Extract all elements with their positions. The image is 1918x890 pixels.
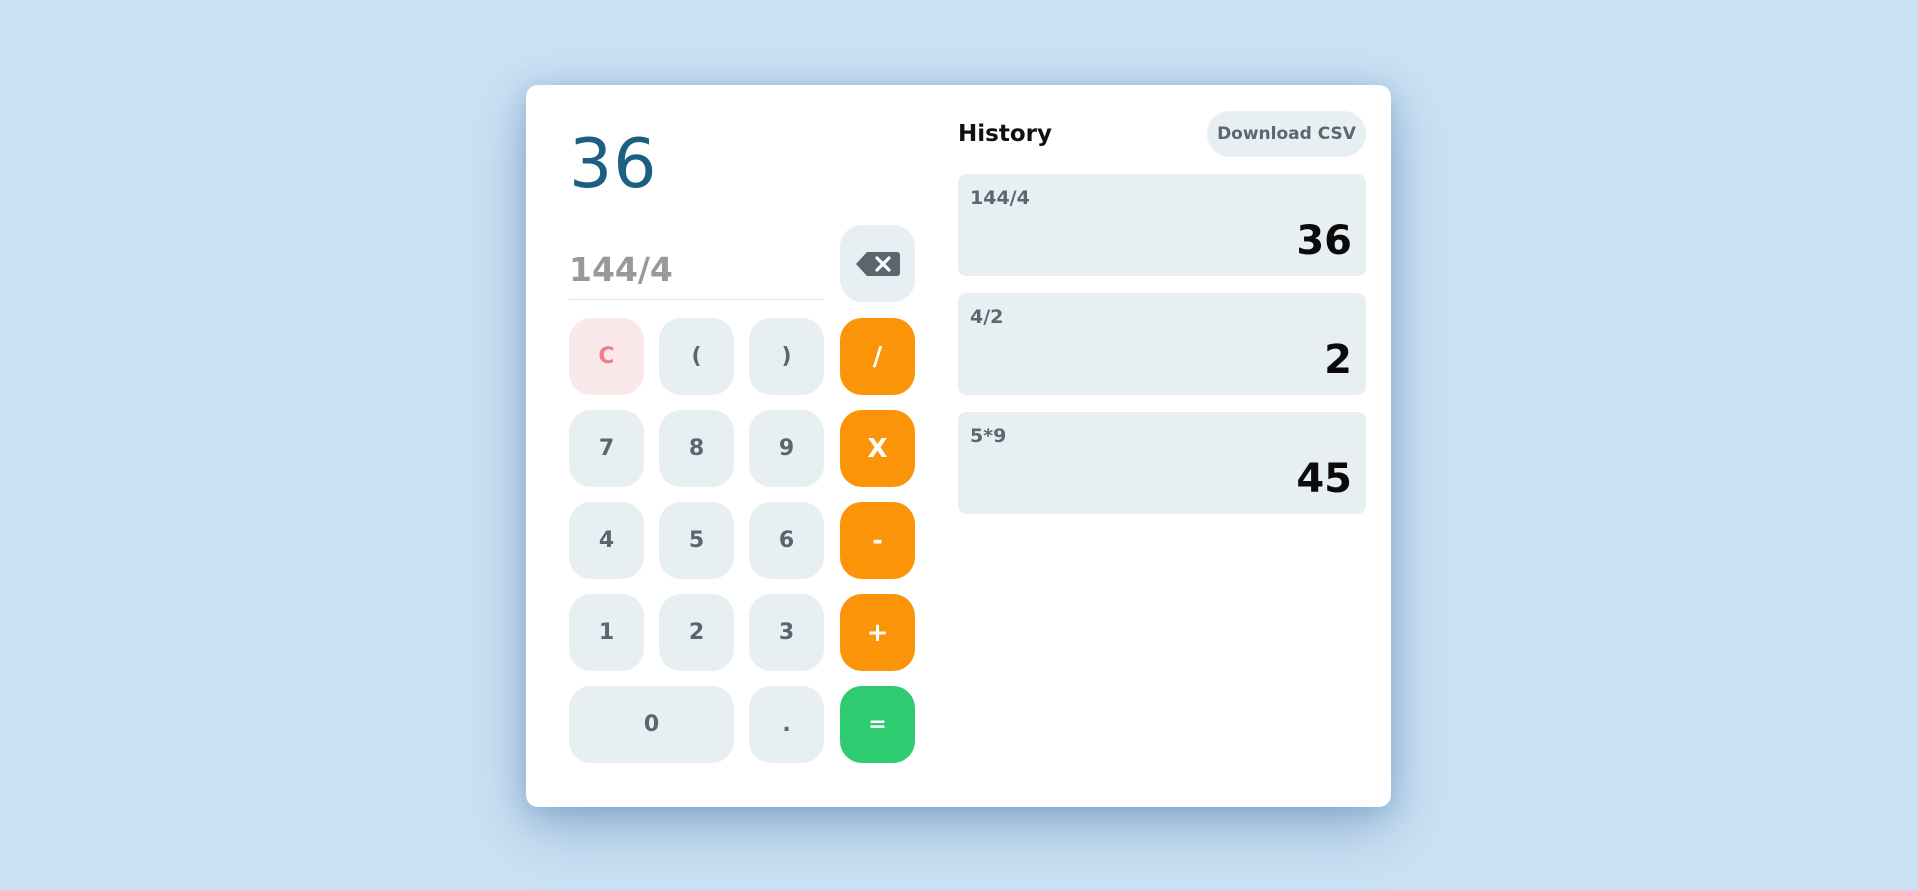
backspace-icon xyxy=(855,251,900,276)
history-expression: 4/2 xyxy=(970,306,1004,328)
history-expression: 5*9 xyxy=(970,425,1007,447)
expression-input[interactable] xyxy=(569,240,824,300)
history-list: 144/4 36 4/2 2 5*9 45 xyxy=(958,174,1366,531)
history-item[interactable]: 144/4 36 xyxy=(958,174,1366,276)
digit-4-button[interactable]: 4 xyxy=(569,502,644,579)
backspace-button[interactable] xyxy=(840,225,915,302)
equals-button[interactable]: = xyxy=(840,686,915,763)
history-result: 45 xyxy=(1296,456,1352,502)
history-expression: 144/4 xyxy=(970,187,1030,209)
digit-8-button[interactable]: 8 xyxy=(659,410,734,487)
digit-1-button[interactable]: 1 xyxy=(569,594,644,671)
close-paren-button[interactable]: ) xyxy=(749,318,824,395)
history-title: History xyxy=(958,121,1052,147)
plus-button[interactable]: + xyxy=(840,594,915,671)
decimal-button[interactable]: . xyxy=(749,686,824,763)
digit-0-button[interactable]: 0 xyxy=(569,686,734,763)
digit-9-button[interactable]: 9 xyxy=(749,410,824,487)
clear-button[interactable]: C xyxy=(569,318,644,395)
multiply-button[interactable]: X xyxy=(840,410,915,487)
digit-3-button[interactable]: 3 xyxy=(749,594,824,671)
download-csv-button[interactable]: Download CSV xyxy=(1207,111,1366,157)
digit-2-button[interactable]: 2 xyxy=(659,594,734,671)
history-item[interactable]: 5*9 45 xyxy=(958,412,1366,514)
open-paren-button[interactable]: ( xyxy=(659,318,734,395)
history-item[interactable]: 4/2 2 xyxy=(958,293,1366,395)
history-result: 36 xyxy=(1296,218,1352,264)
calculator-card: 36 C ( ) / 7 8 9 X 4 5 6 - 1 2 3 + 0 . =… xyxy=(526,85,1391,807)
digit-6-button[interactable]: 6 xyxy=(749,502,824,579)
result-display: 36 xyxy=(569,125,658,204)
history-result: 2 xyxy=(1324,337,1352,383)
digit-7-button[interactable]: 7 xyxy=(569,410,644,487)
minus-button[interactable]: - xyxy=(840,502,915,579)
digit-5-button[interactable]: 5 xyxy=(659,502,734,579)
divide-button[interactable]: / xyxy=(840,318,915,395)
